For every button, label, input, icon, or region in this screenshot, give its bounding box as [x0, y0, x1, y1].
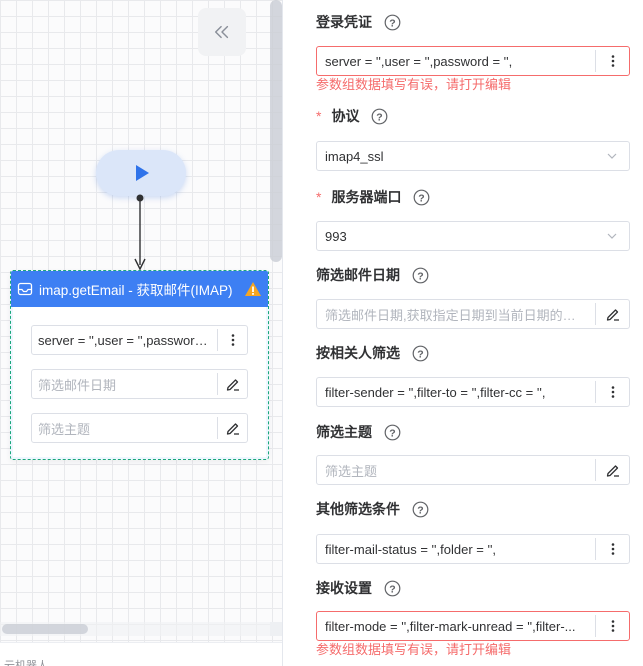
required-marker: * — [316, 189, 322, 205]
contact-filter-field[interactable]: filter-sender = '',filter-to = '',filter… — [316, 377, 630, 407]
node-credentials-more-button[interactable] — [217, 329, 247, 351]
credentials-error-message: 参数组数据填写有误，请打开编辑 — [316, 77, 512, 92]
email-node-title: imap.getEmail - 获取邮件(IMAP) — [39, 283, 233, 298]
receive-settings-label: 接收设置 — [316, 580, 372, 596]
date-filter-edit-button[interactable] — [595, 303, 629, 325]
node-subject-filter-field[interactable]: 筛选主题 — [31, 413, 248, 443]
play-icon — [136, 165, 149, 181]
required-marker: * — [316, 108, 322, 124]
port-label-row: * 服务器端口 ? — [316, 186, 430, 208]
scrollbar-corner — [270, 622, 282, 636]
subject-filter-placeholder: 筛选主题 — [325, 463, 378, 479]
receive-settings-error-message: 参数组数据填写有误，请打开编辑 — [316, 642, 512, 657]
receive-settings-value: filter-mode = '',filter-mark-unread = ''… — [325, 618, 576, 634]
port-value: 993 — [325, 228, 347, 244]
receive-settings-field[interactable]: filter-mode = '',filter-mark-unread = ''… — [316, 611, 630, 641]
node-credentials-value: server = '',user = '',password = '', — [38, 332, 217, 348]
svg-text:?: ? — [389, 17, 395, 29]
edit-pen-icon — [606, 309, 619, 321]
help-icon[interactable]: ? — [384, 580, 401, 597]
chevron-down-icon — [607, 233, 617, 239]
other-filter-field[interactable]: filter-mail-status = '',folder = '', — [316, 534, 630, 564]
date-filter-label-row: 筛选邮件日期 ? — [316, 264, 429, 286]
svg-text:?: ? — [417, 348, 423, 360]
credentials-value: server = '',user = '',password = '', — [325, 53, 513, 69]
node-date-filter-field[interactable]: 筛选邮件日期 — [31, 369, 248, 399]
protocol-label: 协议 — [331, 108, 360, 124]
canvas-bottom-bar: 云机器人... — [0, 642, 282, 666]
date-filter-placeholder: 筛选邮件日期,获取指定日期到当前日期的邮件 — [325, 307, 589, 323]
email-node[interactable]: imap.getEmail - 获取邮件(IMAP) server = '',u… — [10, 270, 269, 460]
credentials-field[interactable]: server = '',user = '',password = '', — [316, 46, 630, 76]
help-icon[interactable]: ? — [412, 345, 429, 362]
contact-filter-more-button[interactable] — [595, 381, 629, 403]
port-label: 服务器端口 — [331, 189, 402, 205]
help-icon[interactable]: ? — [384, 14, 401, 31]
other-filter-more-button[interactable] — [595, 538, 629, 560]
help-icon[interactable]: ? — [412, 267, 429, 284]
email-node-header[interactable]: imap.getEmail - 获取邮件(IMAP) — [11, 271, 268, 307]
svg-text:?: ? — [389, 427, 395, 439]
more-vertical-icon — [231, 334, 234, 346]
more-vertical-icon — [611, 620, 614, 632]
credentials-label-row: 登录凭证 ? — [316, 11, 401, 33]
horizontal-scrollbar[interactable] — [2, 624, 88, 634]
node-subject-filter-placeholder: 筛选主题 — [38, 421, 91, 437]
email-node-body: server = '',user = '',password = '', 筛选邮… — [13, 307, 266, 457]
subject-filter-label-row: 筛选主题 ? — [316, 421, 401, 443]
date-filter-label: 筛选邮件日期 — [316, 267, 400, 283]
help-icon[interactable]: ? — [371, 108, 388, 125]
protocol-dropdown-toggle[interactable] — [595, 150, 629, 162]
protocol-value: imap4_ssl — [325, 148, 384, 164]
subject-filter-label: 筛选主题 — [316, 424, 372, 440]
properties-panel: 登录凭证 ? server = '',user = '',password = … — [283, 0, 643, 666]
start-node[interactable] — [96, 150, 186, 196]
node-date-filter-placeholder: 筛选邮件日期 — [38, 377, 117, 393]
contact-filter-label-row: 按相关人筛选 ? — [316, 342, 429, 364]
help-icon[interactable]: ? — [384, 424, 401, 441]
edit-pen-icon — [226, 379, 239, 391]
svg-text:?: ? — [419, 192, 425, 204]
receive-settings-label-row: 接收设置 ? — [316, 577, 401, 599]
edit-pen-icon — [226, 423, 239, 435]
svg-text:?: ? — [417, 270, 423, 282]
port-select[interactable]: 993 — [316, 221, 630, 251]
more-vertical-icon — [611, 543, 614, 555]
other-filter-value: filter-mail-status = '',folder = '', — [325, 541, 497, 557]
node-credentials-field[interactable]: server = '',user = '',password = '', — [31, 325, 248, 355]
collapse-panel-button[interactable] — [198, 8, 246, 56]
flow-canvas[interactable]: imap.getEmail - 获取邮件(IMAP) server = '',u… — [0, 0, 283, 666]
more-vertical-icon — [611, 386, 614, 398]
svg-text:?: ? — [377, 111, 383, 123]
other-filter-label-row: 其他筛选条件 ? — [316, 498, 429, 520]
receive-settings-more-button[interactable] — [595, 615, 629, 637]
protocol-select[interactable]: imap4_ssl — [316, 141, 630, 171]
vertical-scrollbar[interactable] — [270, 0, 282, 262]
contact-filter-label: 按相关人筛选 — [316, 345, 400, 361]
contact-filter-value: filter-sender = '',filter-to = '',filter… — [325, 384, 546, 400]
protocol-label-row: * 协议 ? — [316, 105, 388, 127]
node-subject-filter-edit-button[interactable] — [217, 417, 247, 439]
credentials-more-button[interactable] — [595, 50, 629, 72]
subject-filter-edit-button[interactable] — [595, 459, 629, 481]
edit-pen-icon — [606, 465, 619, 477]
chevron-down-icon — [607, 153, 617, 159]
node-date-filter-edit-button[interactable] — [217, 373, 247, 395]
port-dropdown-toggle[interactable] — [595, 230, 629, 242]
canvas-bottom-text: 云机器人... — [4, 660, 58, 666]
svg-text:?: ? — [417, 504, 423, 516]
date-filter-field[interactable]: 筛选邮件日期,获取指定日期到当前日期的邮件 — [316, 299, 630, 329]
help-icon[interactable]: ? — [413, 189, 430, 206]
double-chevron-left-icon — [214, 25, 229, 39]
more-vertical-icon — [611, 55, 614, 67]
help-icon[interactable]: ? — [412, 501, 429, 518]
subject-filter-field[interactable]: 筛选主题 — [316, 455, 630, 485]
mail-icon — [17, 282, 33, 296]
credentials-label: 登录凭证 — [316, 14, 372, 30]
warning-icon[interactable] — [244, 281, 262, 297]
other-filter-label: 其他筛选条件 — [316, 501, 400, 517]
flow-connector-arrow — [134, 194, 146, 271]
svg-text:?: ? — [389, 583, 395, 595]
